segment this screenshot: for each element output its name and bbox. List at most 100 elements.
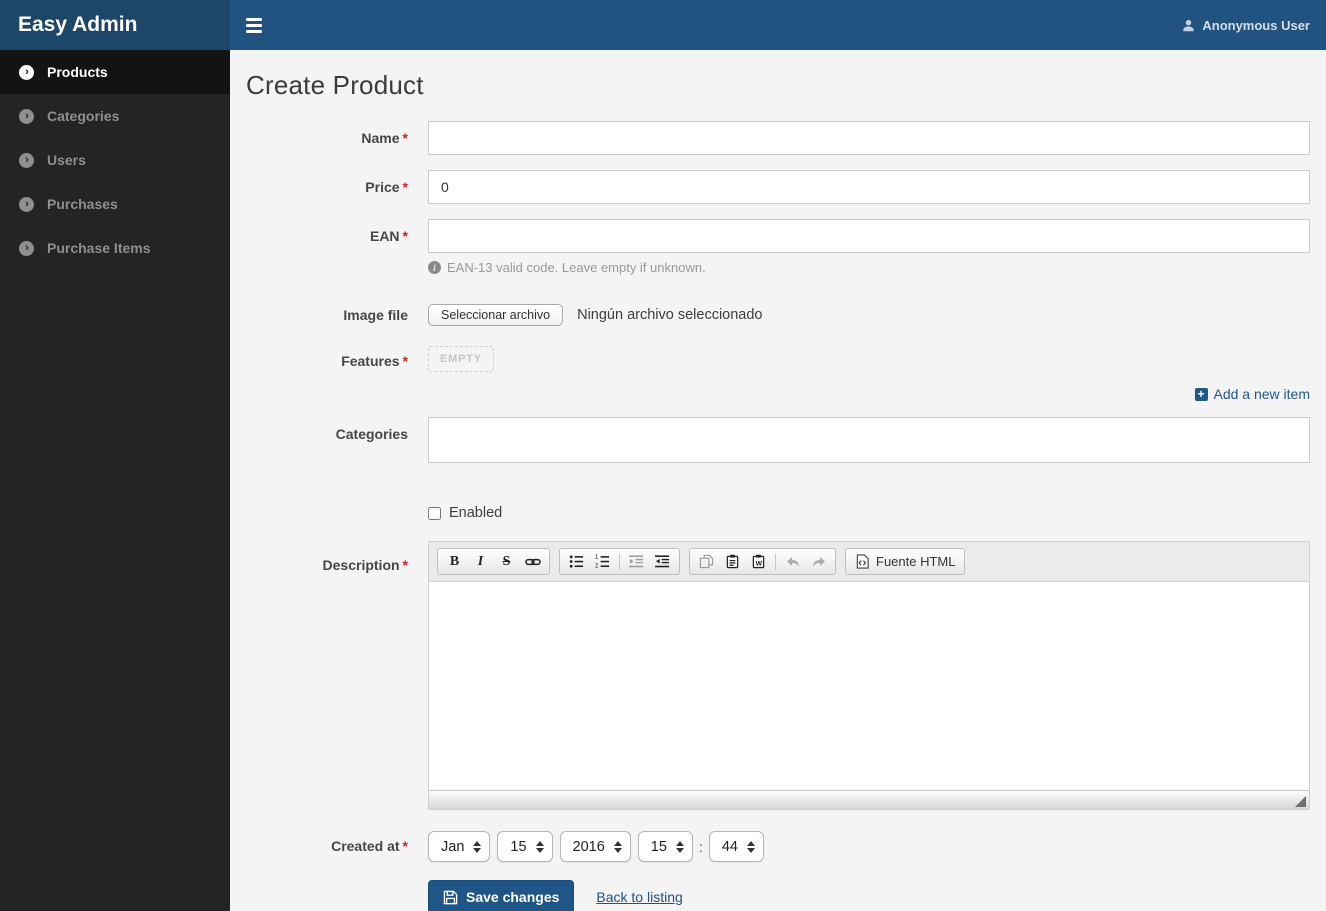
required-marker: * xyxy=(402,557,408,573)
chevron-circle-right-icon: › xyxy=(19,196,34,212)
form-group-image: Image file Seleccionar archivo Ningún ar… xyxy=(246,299,1310,326)
description-label: Description xyxy=(322,557,400,573)
copy-icon[interactable] xyxy=(694,550,719,573)
brand-logo[interactable]: Easy Admin xyxy=(0,0,230,50)
chevron-circle-right-icon: › xyxy=(19,240,34,256)
form-group-enabled: Enabled xyxy=(246,483,1310,541)
chevron-circle-right-icon: › xyxy=(19,64,34,80)
floppy-disk-icon xyxy=(443,890,458,904)
description-editor-area[interactable] xyxy=(429,582,1309,790)
stepper-icon xyxy=(535,840,544,853)
created-at-year-select[interactable]: 2016 xyxy=(559,831,631,862)
required-marker: * xyxy=(402,228,408,244)
required-marker: * xyxy=(402,130,408,146)
numbered-list-icon[interactable]: 1 2 xyxy=(590,550,615,573)
form-group-description: Description * B I S 1 2 W Fuente HTML xyxy=(246,541,1310,810)
created-at-hour-select[interactable]: 15 xyxy=(637,831,693,862)
form-group-features: Features * EMPTY xyxy=(246,344,1310,372)
enabled-checkbox[interactable] xyxy=(428,506,441,520)
name-label: Name xyxy=(361,130,400,146)
indent-icon[interactable] xyxy=(650,550,675,573)
html-source-button[interactable]: Fuente HTML xyxy=(845,548,966,575)
time-separator: : xyxy=(698,838,703,855)
name-input[interactable] xyxy=(428,121,1310,155)
form-group-price: Price * xyxy=(246,170,1310,204)
stepper-icon xyxy=(746,840,755,853)
form-actions: Save changes Back to listing xyxy=(246,880,1310,911)
sidebar-item-label: Purchase Items xyxy=(47,240,151,256)
sidebar-item-label: Categories xyxy=(47,108,120,124)
outdent-icon[interactable] xyxy=(624,550,649,573)
rich-text-editor: B I S 1 2 W Fuente HTML xyxy=(428,541,1310,810)
created-at-minute-select[interactable]: 44 xyxy=(708,831,764,862)
features-empty-badge: EMPTY xyxy=(428,346,494,372)
hamburger-icon[interactable] xyxy=(246,17,262,33)
sidebar: Easy Admin › Products › Categories › Use… xyxy=(0,0,230,911)
save-changes-button[interactable]: Save changes xyxy=(428,880,575,911)
stepper-icon xyxy=(613,840,622,853)
ean-label: EAN xyxy=(369,228,400,244)
add-new-item-link[interactable]: Add a new item xyxy=(1194,386,1310,402)
back-to-listing-link[interactable]: Back to listing xyxy=(596,889,682,905)
paste-from-word-icon[interactable]: W xyxy=(746,550,771,573)
required-marker: * xyxy=(402,179,408,195)
main-content: Create Product Name* Price* EAN* EAN-13 … xyxy=(230,0,1326,911)
categories-label: Categories xyxy=(335,426,408,442)
bulleted-list-icon[interactable] xyxy=(564,550,589,573)
form-group-created-at: Created at * Jan 15 2016 15 : 44 xyxy=(246,829,1310,862)
price-input[interactable] xyxy=(428,170,1310,204)
page-title: Create Product xyxy=(246,70,424,100)
undo-icon[interactable] xyxy=(780,550,805,573)
sidebar-item-categories[interactable]: › Categories xyxy=(0,94,230,138)
stepper-icon xyxy=(473,840,482,853)
svg-text:W: W xyxy=(756,561,763,568)
categories-select[interactable] xyxy=(428,417,1310,463)
ean-input[interactable] xyxy=(428,219,1310,253)
stepper-icon xyxy=(675,840,684,853)
svg-text:2: 2 xyxy=(595,563,599,569)
italic-icon[interactable]: I xyxy=(468,550,493,573)
file-status-text: Ningún archivo seleccionado xyxy=(577,307,763,323)
sidebar-item-purchase-items[interactable]: › Purchase Items xyxy=(0,226,230,270)
image-file-label: Image file xyxy=(343,307,408,323)
html-source-icon xyxy=(856,554,869,569)
topbar: Anonymous User xyxy=(230,0,1326,50)
strikethrough-icon[interactable]: S xyxy=(494,550,519,573)
redo-icon[interactable] xyxy=(806,550,831,573)
chevron-circle-right-icon: › xyxy=(19,152,34,168)
form-group-ean: EAN* EAN-13 valid code. Leave empty if u… xyxy=(246,219,1310,275)
created-at-label: Created at xyxy=(331,838,400,854)
user-icon xyxy=(1183,19,1195,31)
sidebar-item-purchases[interactable]: › Purchases xyxy=(0,182,230,226)
info-circle-icon xyxy=(428,261,441,274)
created-at-month-select[interactable]: Jan xyxy=(428,831,491,862)
editor-bottom-bar xyxy=(429,790,1309,809)
sidebar-item-label: Users xyxy=(47,152,86,168)
sidebar-item-users[interactable]: › Users xyxy=(0,138,230,182)
enabled-checkbox-row[interactable]: Enabled xyxy=(428,505,1310,521)
price-label: Price xyxy=(365,179,400,195)
file-select-button[interactable]: Seleccionar archivo xyxy=(428,304,564,326)
plus-square-icon xyxy=(1194,387,1208,401)
user-menu[interactable]: Anonymous User xyxy=(1182,18,1310,33)
form-group-categories: Categories xyxy=(246,417,1310,463)
svg-text:1: 1 xyxy=(595,554,599,561)
form-group-name: Name * xyxy=(246,121,1310,155)
features-label: Features xyxy=(341,353,400,369)
chevron-circle-right-icon: › xyxy=(19,108,34,124)
sidebar-item-label: Purchases xyxy=(47,196,118,212)
created-at-day-select[interactable]: 15 xyxy=(497,831,553,862)
enabled-label: Enabled xyxy=(449,505,503,521)
link-icon[interactable] xyxy=(520,550,545,573)
ean-help: EAN-13 valid code. Leave empty if unknow… xyxy=(428,260,1310,275)
required-marker: * xyxy=(402,353,408,369)
resize-handle-icon[interactable] xyxy=(1295,796,1306,807)
paste-icon[interactable] xyxy=(720,550,745,573)
sidebar-item-products[interactable]: › Products xyxy=(0,50,230,94)
sidebar-item-label: Products xyxy=(47,64,108,80)
required-marker: * xyxy=(402,838,408,854)
user-name: Anonymous User xyxy=(1202,17,1310,33)
add-item-row: Add a new item xyxy=(246,386,1310,402)
bold-icon[interactable]: B xyxy=(442,550,467,573)
editor-toolbar: B I S 1 2 W Fuente HTML xyxy=(429,542,1309,582)
